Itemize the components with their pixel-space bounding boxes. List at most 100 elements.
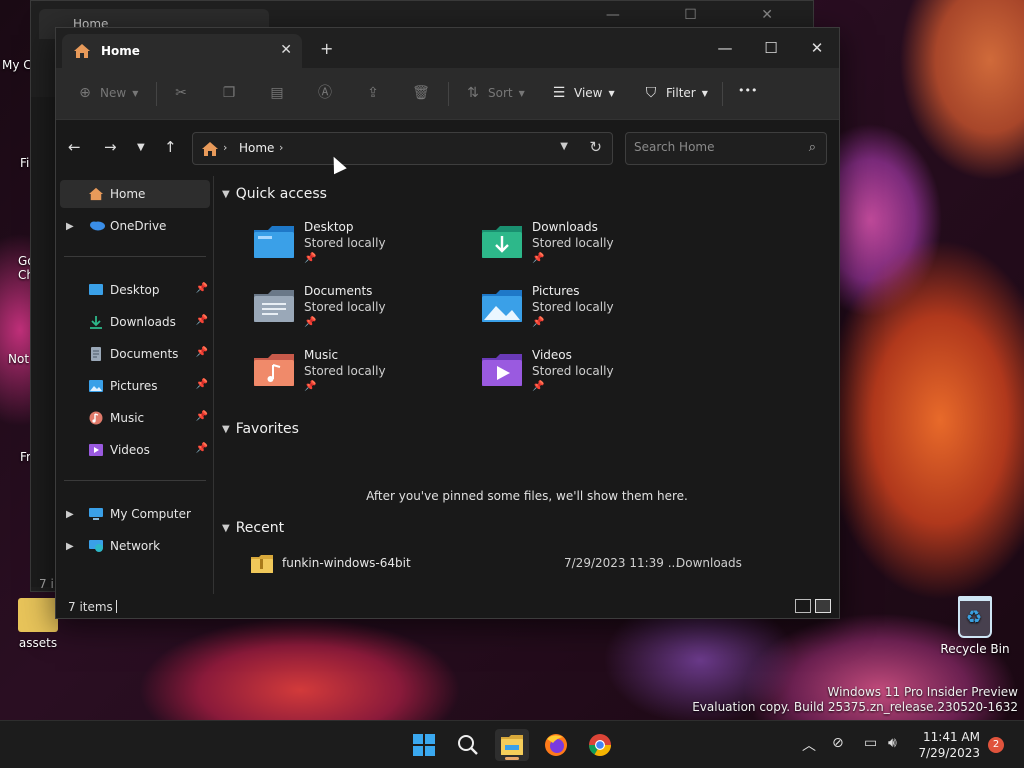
breadcrumb-home[interactable]: Home [239,141,274,155]
maximize-button[interactable]: ☐ [748,34,794,62]
section-quick-access[interactable]: ▼ Quick access [222,186,327,202]
display-icon[interactable]: ▭ [864,735,877,751]
sidebar-item-my-computer[interactable]: ▶ My Computer [60,500,210,528]
tab-home[interactable]: Home ✕ [62,34,302,68]
sidebar-item-documents[interactable]: Documents 📌 [60,340,210,368]
quick-access-item[interactable]: Documents Stored locally 📌 [252,284,452,340]
file-explorer-taskbar-button[interactable] [495,729,529,761]
address-dropdown-icon[interactable]: ▼ [560,141,568,152]
details-view-button[interactable] [795,599,811,613]
sidebar-divider [64,256,206,257]
paste-button[interactable]: ▤ [268,84,286,102]
sidebar-item-desktop[interactable]: Desktop 📌 [60,276,210,304]
windows-watermark: Windows 11 Pro Insider Preview Evaluatio… [692,685,1018,714]
status-divider [116,600,117,613]
navigation-pane: Home ▶ OneDrive Desktop 📌 Downloads 📌 Do… [56,176,214,594]
network-off-icon[interactable]: ⊘ [832,735,844,751]
desktop-icon-label: assets [18,636,58,650]
active-indicator [505,757,519,760]
start-button[interactable] [407,729,441,761]
section-recent[interactable]: ▼ Recent [222,520,284,536]
home-icon [89,187,103,201]
forward-button[interactable]: → [104,138,117,156]
quick-access-item[interactable]: Downloads Stored locally 📌 [480,220,680,276]
chevron-down-icon: ▼ [518,88,525,98]
chevron-right-icon[interactable]: ▶ [66,509,74,520]
tiles-view-button[interactable] [815,599,831,613]
download-icon [90,316,102,329]
new-button[interactable]: ⊕ New ▼ [76,84,138,102]
tab-close-button[interactable]: ✕ [280,42,292,58]
sidebar-item-onedrive[interactable]: ▶ OneDrive [60,212,210,240]
quick-access-item[interactable]: Videos Stored locally 📌 [480,348,680,404]
chevron-right-icon[interactable]: › [279,141,283,154]
filter-button[interactable]: ⛉ Filter ▼ [642,84,708,102]
filter-icon: ⛉ [645,85,657,101]
search-box[interactable]: ⌕ [625,132,827,165]
sidebar-item-network[interactable]: ▶ Network [60,532,210,560]
firefox-taskbar-button[interactable] [539,729,573,761]
documents-folder-icon [254,290,294,322]
view-button[interactable]: ☰ View ▼ [550,84,615,102]
notification-badge[interactable]: 2 [988,737,1004,753]
chrome-taskbar-button[interactable] [583,729,617,761]
sidebar-item-home[interactable]: Home [60,180,210,208]
content-pane: ▼ Quick access Desktop Stored locally 📌 … [216,176,838,594]
recent-file-location: Downloads [676,556,742,570]
sidebar-item-downloads[interactable]: Downloads 📌 [60,308,210,336]
delete-button[interactable]: 🗑 [412,84,430,102]
search-button[interactable] [451,729,485,761]
address-bar[interactable]: › Home › ▼ ↻ [192,132,613,165]
pin-icon: 📌 [195,411,208,422]
minimize-button[interactable]: — [702,34,748,62]
chevron-right-icon[interactable]: ▶ [66,541,74,552]
quick-access-item[interactable]: Pictures Stored locally 📌 [480,284,680,340]
copy-button[interactable]: ❐ [220,84,238,102]
folder-icon [18,598,58,632]
pin-icon: 📌 [304,253,317,264]
new-tab-button[interactable]: + [320,39,333,58]
desktop-icon-recycle-bin[interactable]: Recycle Bin [940,596,1010,656]
show-hidden-icons-button[interactable]: ︿ [802,735,816,755]
system-clock[interactable]: 11:41 AM 7/29/2023 [916,729,980,761]
sidebar-item-videos[interactable]: Videos 📌 [60,436,210,464]
search-input[interactable] [634,140,794,154]
more-options-button[interactable]: ••• [738,84,757,97]
windows-logo-icon [413,734,435,756]
sidebar-item-pictures[interactable]: Pictures 📌 [60,372,210,400]
chevron-down-icon: ▼ [608,88,615,98]
chevron-down-icon: ▼ [222,522,230,534]
search-icon [458,735,478,755]
pin-icon: 📌 [195,379,208,390]
recent-file-row[interactable]: funkin-windows-64bit 7/29/2023 11:39 ...… [246,552,806,576]
sort-icon: ⇅ [467,85,479,101]
chevron-down-icon: ▼ [132,88,139,98]
sidebar-item-music[interactable]: Music 📌 [60,404,210,432]
desktop-folder-icon [89,284,103,295]
toolbar-divider [722,82,723,106]
title-bar[interactable]: Home ✕ + — ☐ ✕ [56,28,839,68]
chevron-right-icon[interactable]: ▶ [66,221,74,232]
pin-icon: 📌 [532,253,545,264]
back-button[interactable]: ← [68,138,81,156]
sort-button[interactable]: ⇅ Sort ▼ [464,84,525,102]
up-button[interactable]: ↑ [164,138,177,156]
quick-access-item[interactable]: Music Stored locally 📌 [252,348,452,404]
recent-locations-button[interactable]: ▼ [137,142,145,153]
chrome-icon [589,734,611,756]
pin-icon: 📌 [532,317,545,328]
desktop-icon-label: Not [8,352,30,366]
refresh-icon[interactable]: ↻ [589,138,602,156]
section-favorites[interactable]: ▼ Favorites [222,421,299,437]
close-button[interactable]: ✕ [794,34,840,62]
share-button[interactable]: ⇪ [364,84,382,102]
volume-icon[interactable]: 🔊︎ [888,735,897,751]
pin-icon: 📌 [195,443,208,454]
music-icon [89,411,103,425]
document-icon [91,347,101,361]
quick-access-item[interactable]: Desktop Stored locally 📌 [252,220,452,276]
cut-button[interactable]: ✂ [172,84,190,102]
file-explorer-window[interactable]: Home ✕ + — ☐ ✕ ⊕ New ▼ ✂ ❐ ▤ Ⓐ ⇪ 🗑 ⇅ Sor… [55,27,840,619]
rename-button[interactable]: Ⓐ [316,84,334,102]
status-bar: 7 items [56,594,839,620]
